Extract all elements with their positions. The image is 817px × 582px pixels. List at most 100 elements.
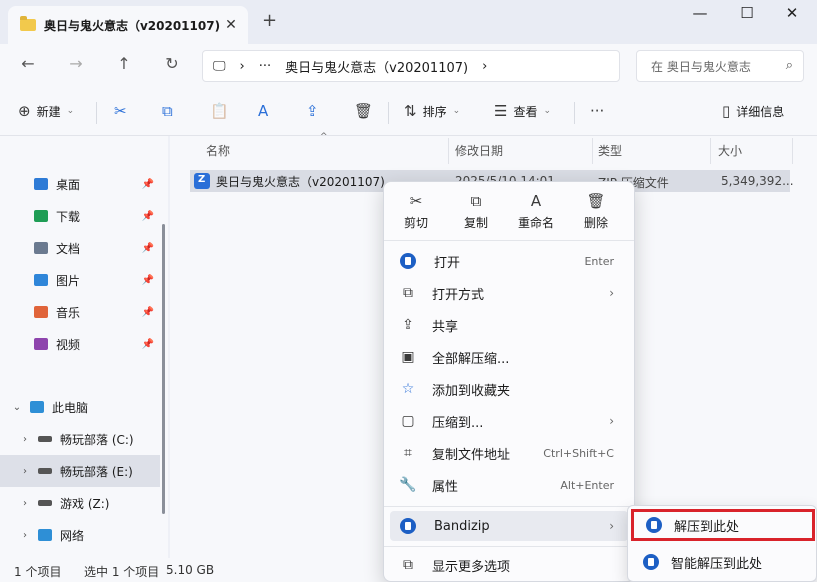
chevron-right-icon[interactable]: › (18, 434, 32, 445)
refresh-button[interactable]: ↻ (160, 54, 184, 73)
back-button[interactable]: ← (16, 54, 40, 73)
column-header-name[interactable]: 名称 (206, 142, 230, 159)
menu-item-bandizip[interactable]: Bandizip › (390, 511, 628, 541)
share-icon: ⇪ (306, 102, 319, 120)
drive-icon (38, 436, 52, 442)
menu-item-label: 压缩到... (432, 415, 484, 431)
sidebar-item-this-pc[interactable]: ⌄ 此电脑 (0, 391, 160, 423)
sidebar-item-music[interactable]: 音乐 📌 (0, 296, 160, 328)
tab-close-icon[interactable]: ✕ (220, 17, 242, 33)
menu-item-open-with[interactable]: ⧉ 打开方式 › (390, 278, 628, 308)
window-close-button[interactable]: ✕ (772, 4, 812, 22)
menu-item-label: 打开方式 (432, 287, 485, 303)
pin-icon[interactable]: 📌 (142, 211, 154, 222)
chevron-right-icon[interactable]: › (18, 498, 32, 509)
monitor-icon: 🖵 (213, 58, 226, 74)
pin-icon[interactable]: 📌 (142, 275, 154, 286)
compress-icon: ▢ (401, 413, 415, 429)
context-delete-button[interactable]: 🗑 删除 (566, 192, 626, 231)
menu-item-smart-extract[interactable]: 智能解压到此处 (631, 546, 815, 578)
sidebar-item-drive-c[interactable]: › 畅玩部落 (C:) (0, 423, 160, 455)
chevron-right-icon[interactable]: › (18, 530, 32, 541)
menu-item-more-options[interactable]: ⧉ 显示更多选项 (390, 550, 628, 580)
address-bar[interactable]: 🖵 › ··· 奥日与鬼火意志（v20201107) › (202, 50, 620, 82)
context-menu: ✂ 剪切 ⧉ 复制 A 重命名 🗑 删除 打开 Enter ⧉ 打开方式 › ⇪… (383, 181, 635, 582)
plus-circle-icon: ⊕ (18, 102, 31, 120)
menu-item-share[interactable]: ⇪ 共享 (390, 310, 628, 340)
sidebar-item-drive-e[interactable]: › 畅玩部落 (E:) (0, 455, 160, 487)
view-label: 查看 (513, 104, 538, 119)
chevron-down-icon[interactable]: ⌄ (10, 402, 24, 413)
new-button[interactable]: ⊕ 新建 ⌄ (18, 102, 74, 120)
up-button[interactable]: ↑ (112, 54, 136, 73)
pin-icon[interactable]: 📌 (142, 339, 154, 350)
chevron-down-icon: ⌄ (452, 106, 461, 116)
context-rename-button[interactable]: A 重命名 (506, 192, 566, 231)
navigation-bar: ← → ↑ ↻ 🖵 › ··· 奥日与鬼火意志（v20201107) › 在 奥… (0, 44, 817, 88)
column-divider[interactable] (710, 138, 711, 164)
new-tab-button[interactable]: + (262, 10, 277, 31)
sidebar-item-drive-z[interactable]: › 游戏 (Z:) (0, 487, 160, 519)
pin-icon[interactable]: 📌 (142, 243, 154, 254)
menu-item-extract-here[interactable]: 解压到此处 (631, 509, 815, 541)
desktop-icon (34, 178, 48, 190)
pin-icon[interactable]: 📌 (142, 307, 154, 318)
videos-icon (34, 338, 48, 350)
forward-button[interactable]: → (64, 54, 88, 73)
menu-item-open[interactable]: 打开 Enter (390, 246, 628, 276)
paste-button[interactable]: 📋 (210, 102, 229, 120)
item-count: 1 个项目 (14, 565, 62, 579)
toolbar-divider (388, 102, 389, 124)
menu-item-extract-all[interactable]: ▣ 全部解压缩... (390, 342, 628, 372)
context-quick-label: 剪切 (403, 216, 428, 230)
sidebar-item-videos[interactable]: 视频 📌 (0, 328, 160, 360)
rename-button[interactable]: A (258, 102, 268, 120)
tab-active[interactable]: 奥日与鬼火意志（v20201107) ✕ (8, 6, 248, 44)
sidebar-item-network[interactable]: › 网络 (0, 519, 160, 551)
menu-item-shortcut: Ctrl+Shift+C (543, 446, 614, 460)
column-divider[interactable] (792, 138, 793, 164)
details-label: 详细信息 (736, 104, 785, 119)
menu-item-properties[interactable]: 🔧 属性 Alt+Enter (390, 470, 628, 500)
scissors-icon: ✂ (114, 102, 127, 120)
sidebar-item-desktop[interactable]: 桌面 📌 (0, 168, 160, 200)
sidebar-item-pictures[interactable]: 图片 📌 (0, 264, 160, 296)
tab-title: 奥日与鬼火意志（v20201107) (43, 18, 221, 33)
column-divider[interactable] (448, 138, 449, 164)
menu-item-compress[interactable]: ▢ 压缩到... › (390, 406, 628, 436)
navigation-pane: 桌面 📌 下载 📌 文档 📌 图片 📌 音乐 📌 视频 📌 ⌄ 此电脑 › 畅玩部落 (C:) › 畅玩部落… (0, 136, 168, 558)
delete-button[interactable]: 🗑 (354, 102, 373, 120)
context-cut-button[interactable]: ✂ 剪切 (386, 192, 446, 231)
details-pane-button[interactable]: ▯ 详细信息 (722, 102, 784, 120)
sidebar-scrollbar[interactable] (162, 224, 165, 514)
context-copy-button[interactable]: ⧉ 复制 (446, 192, 506, 231)
column-header-date[interactable]: 修改日期 (455, 142, 503, 159)
menu-item-shortcut: Enter (584, 254, 614, 268)
search-input[interactable]: 在 奥日与鬼火意志 ⌕ (636, 50, 804, 82)
menu-divider (384, 546, 634, 547)
chevron-right-icon[interactable]: › (240, 59, 245, 74)
sort-button[interactable]: ⇅ 排序 ⌄ (404, 102, 460, 120)
breadcrumb-more[interactable]: ··· (259, 59, 271, 74)
copy-button[interactable]: ⧉ (162, 102, 173, 120)
share-button[interactable]: ⇪ (306, 102, 319, 120)
column-header-size[interactable]: 大小 (718, 142, 742, 159)
cut-button[interactable]: ✂ (114, 102, 127, 120)
maximize-button[interactable]: ☐ (727, 4, 767, 22)
menu-item-shortcut: Alt+Enter (560, 478, 614, 492)
breadcrumb-current[interactable]: 奥日与鬼火意志（v20201107) (285, 57, 468, 76)
sidebar-item-downloads[interactable]: 下载 📌 (0, 200, 160, 232)
chevron-right-icon[interactable]: › (482, 59, 487, 74)
menu-item-copy-path[interactable]: ⌗ 复制文件地址 Ctrl+Shift+C (390, 438, 628, 468)
column-divider[interactable] (592, 138, 593, 164)
sidebar-item-label: 畅玩部落 (C:) (60, 432, 134, 447)
column-header-type[interactable]: 类型 (598, 142, 622, 159)
view-button[interactable]: ☰ 查看 ⌄ (494, 102, 551, 120)
chevron-right-icon[interactable]: › (18, 466, 32, 477)
more-options-button[interactable]: ··· (590, 102, 604, 120)
minimize-button[interactable]: — (680, 4, 720, 22)
menu-item-add-favorite[interactable]: ☆ 添加到收藏夹 (390, 374, 628, 404)
sidebar-item-label: 畅玩部落 (E:) (60, 464, 133, 479)
sidebar-item-documents[interactable]: 文档 📌 (0, 232, 160, 264)
pin-icon[interactable]: 📌 (142, 179, 154, 190)
